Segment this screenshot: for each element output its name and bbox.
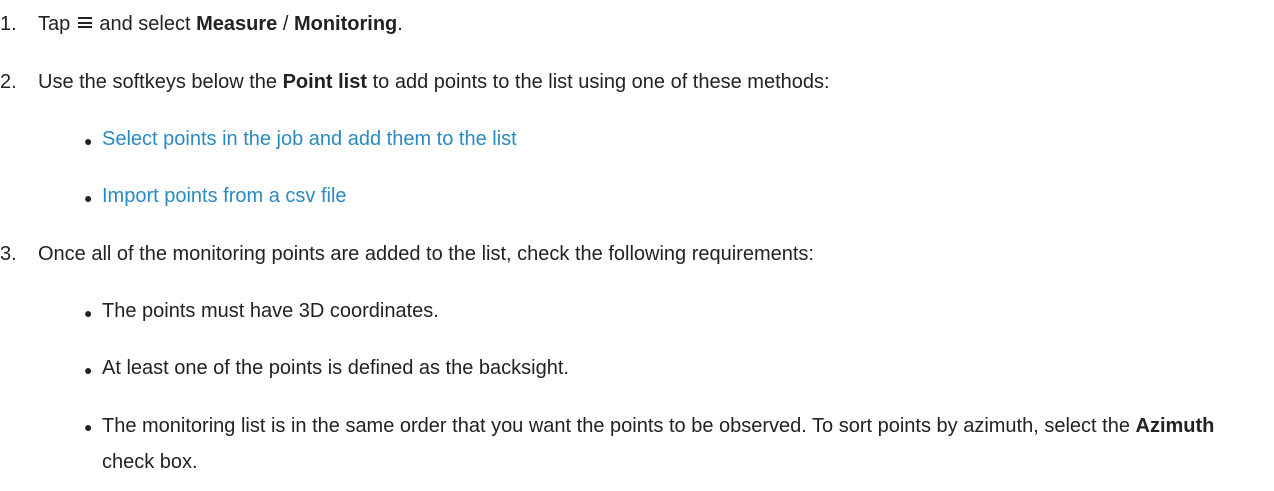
step-number: 3. xyxy=(0,243,17,265)
step-2-text-after: to add points to the list using one of t… xyxy=(372,71,830,93)
step-text: Once all of the monitoring points are ad… xyxy=(38,243,814,265)
hamburger-menu-icon xyxy=(77,17,92,29)
sort-order-text: The monitoring list is in the same order… xyxy=(102,415,1130,437)
bullet-icon: ● xyxy=(84,362,93,378)
bullet-icon: ● xyxy=(84,133,93,149)
monitoring-menu-label: Monitoring xyxy=(293,13,398,35)
import-csv-link[interactable]: Import points from a csv file xyxy=(102,185,347,208)
measure-menu-label: Measure xyxy=(196,13,278,35)
step-1-text-middle: and select xyxy=(99,13,191,35)
requirement-text: The points must have 3D coordinates. xyxy=(102,300,439,322)
bullet-icon: ● xyxy=(84,305,93,321)
step-1-text-before: Tap xyxy=(38,13,71,35)
bullet-icon: ● xyxy=(84,190,93,206)
requirement-text: The monitoring list is in the same order… xyxy=(102,408,1252,480)
select-points-link[interactable]: Select points in the job and add them to… xyxy=(102,128,517,151)
step-number: 2. xyxy=(0,71,17,93)
point-list-label: Point list xyxy=(282,71,368,93)
check-box-text: check box. xyxy=(102,451,198,473)
step-1-text-after: . xyxy=(397,13,403,35)
requirement-text: At least one of the points is defined as… xyxy=(102,357,569,379)
instruction-document: 1. Tap and select Measure / Monitoring. … xyxy=(0,0,1274,491)
step-2-text-before: Use the softkeys below the xyxy=(38,71,278,93)
step-number: 1. xyxy=(0,13,17,35)
step-text: Use the softkeys below the Point list to… xyxy=(38,71,830,94)
step-text: Tap and select Measure / Monitoring. xyxy=(38,13,403,36)
menu-path-separator: / xyxy=(282,13,289,35)
azimuth-label: Azimuth xyxy=(1135,415,1215,437)
bullet-icon: ● xyxy=(84,419,93,435)
